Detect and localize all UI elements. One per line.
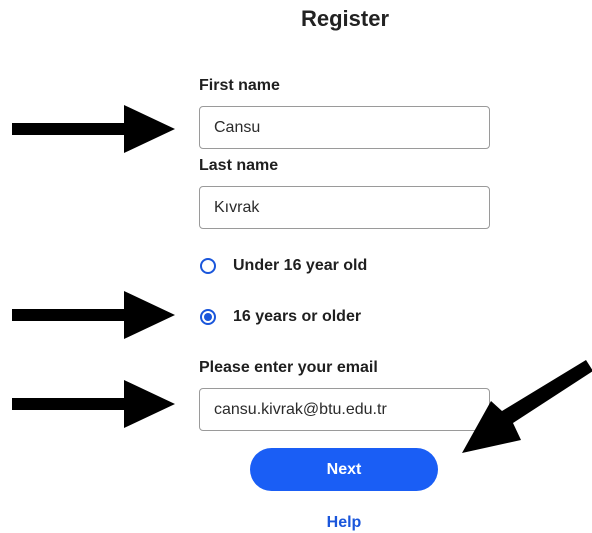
arrow-down-left-icon [462,360,592,453]
